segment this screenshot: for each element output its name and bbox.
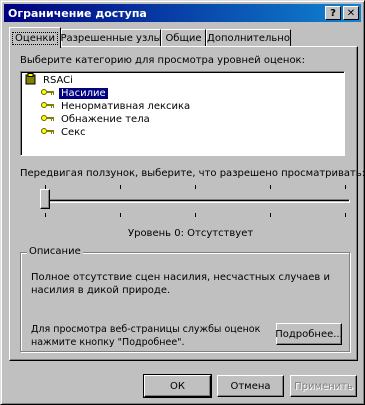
tree-item-nudity[interactable]: Обнажение тела (41, 113, 152, 126)
rating-level-text: Уровень 0: Отсутствует (128, 228, 254, 239)
description-text: Полное отсутствие сцен насилия, несчастн… (31, 272, 330, 296)
tree-root[interactable]: RSACi (25, 73, 75, 88)
tab-advanced-label: Дополнительно (207, 33, 290, 44)
ok-button[interactable]: ОК (143, 374, 212, 398)
slider-tick (270, 185, 271, 189)
cancel-button[interactable]: Отмена (217, 375, 284, 397)
tree-root-label: RSACi (43, 75, 73, 86)
tab-approved-sites-label: Разрешенные узлы (60, 33, 162, 44)
ratings-panel: Выберите категорию для просмотра уровней… (9, 46, 365, 361)
tab-advanced[interactable]: Дополнительно (206, 29, 291, 47)
tab-general[interactable]: Общие (161, 29, 206, 47)
more-info-button[interactable]: Подробнее... (275, 323, 343, 345)
content-advisor-dialog: Ограничение доступа ? ✕ Оценки Разрешенн… (0, 0, 365, 405)
ok-button-label: ОК (170, 380, 185, 392)
key-icon (41, 101, 55, 112)
close-icon: ✕ (346, 7, 356, 19)
slider-tick (120, 213, 121, 217)
help-icon: ? (330, 7, 336, 19)
apply-button[interactable]: Применить (290, 375, 357, 397)
tree-item-label: Секс (61, 127, 86, 138)
tree-item-language[interactable]: Ненормативная лексика (41, 100, 192, 113)
apply-button-label: Применить (294, 380, 353, 392)
rating-system-icon (25, 73, 37, 88)
slider-tick (345, 213, 346, 217)
description-group: Описание Полное отсутствие сцен насилия,… (20, 246, 350, 352)
rating-slider[interactable] (20, 177, 350, 227)
tree-item-violence[interactable]: Насилие (41, 87, 108, 100)
key-icon (41, 88, 55, 99)
help-button[interactable]: ? (325, 6, 341, 20)
tree-item-label: Обнажение тела (61, 114, 150, 125)
tab-approved-sites[interactable]: Разрешенные узлы (60, 29, 162, 47)
more-info-button-label: Подробнее... (275, 328, 343, 340)
category-tree[interactable]: RSACi Насилие Ненормативная лексика Обна… (20, 71, 345, 156)
close-button[interactable]: ✕ (343, 6, 359, 20)
tree-item-label: Ненормативная лексика (61, 101, 191, 112)
slider-tick (120, 185, 121, 189)
key-icon (41, 127, 55, 138)
slider-tick (195, 185, 196, 189)
slider-tick (195, 213, 196, 217)
slider-track[interactable] (40, 199, 350, 203)
tab-general-label: Общие (165, 33, 202, 44)
more-info-text: Для просмотра веб-страницы службы оценок… (31, 324, 261, 348)
window-title: Ограничение доступа (8, 6, 147, 20)
description-legend: Описание (27, 246, 83, 257)
category-prompt: Выберите категорию для просмотра уровней… (20, 55, 305, 66)
tab-ratings-label: Оценки (12, 31, 58, 45)
key-icon (41, 114, 55, 125)
cancel-button-label: Отмена (230, 380, 271, 392)
title-bar[interactable]: Ограничение доступа ? ✕ (4, 4, 361, 22)
slider-thumb[interactable] (40, 189, 50, 209)
slider-tick (270, 213, 271, 217)
slider-tick (345, 185, 346, 189)
tab-ratings[interactable]: Оценки (9, 27, 61, 48)
slider-tick (45, 213, 46, 217)
tree-item-label: Насилие (59, 88, 108, 99)
tree-item-sex[interactable]: Секс (41, 126, 88, 139)
